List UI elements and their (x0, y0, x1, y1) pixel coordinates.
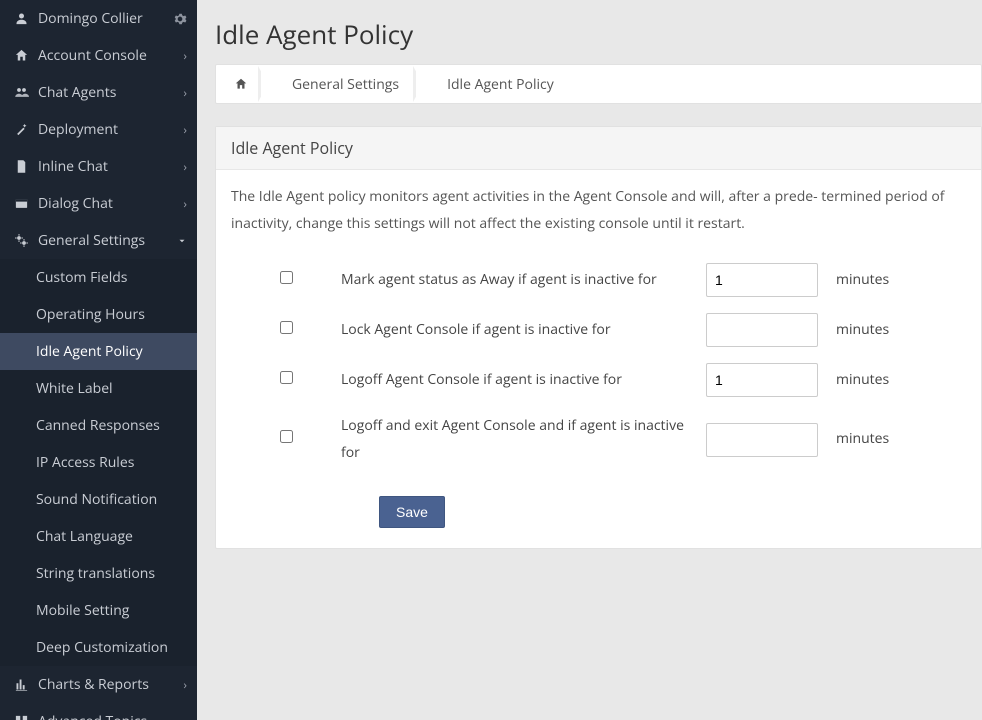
main-content: Idle Agent Policy General Settings Idle … (197, 0, 982, 720)
window-icon (12, 196, 30, 211)
breadcrumb-general-settings[interactable]: General Settings (278, 75, 413, 94)
sub-sound-notification[interactable]: Sound Notification (0, 481, 197, 518)
sub-chat-language[interactable]: Chat Language (0, 518, 197, 555)
sidebar-item-deployment[interactable]: Deployment › (0, 111, 197, 148)
label-logoff: Logoff Agent Console if agent is inactiv… (341, 367, 706, 394)
sub-canned-responses[interactable]: Canned Responses (0, 407, 197, 444)
row-logoff: Logoff Agent Console if agent is inactiv… (231, 355, 966, 405)
sidebar-item-label: Account Console (38, 46, 147, 65)
chevron-right-icon: › (183, 158, 187, 175)
sub-string-translations[interactable]: String translations (0, 555, 197, 592)
breadcrumb: General Settings Idle Agent Policy (215, 64, 982, 104)
chevron-right-icon: › (183, 47, 187, 64)
row-lock: Lock Agent Console if agent is inactive … (231, 305, 966, 355)
label-lock: Lock Agent Console if agent is inactive … (341, 317, 706, 344)
file-icon (12, 159, 30, 174)
page-title: Idle Agent Policy (215, 16, 982, 52)
sub-idle-agent-policy[interactable]: Idle Agent Policy (0, 333, 197, 370)
wand-icon (12, 122, 30, 137)
sidebar-item-account-console[interactable]: Account Console › (0, 37, 197, 74)
sidebar-item-advanced-topics[interactable]: Advanced Topics › (0, 703, 197, 720)
sidebar-item-label: Deployment (38, 120, 118, 139)
chevron-right-icon: › (183, 121, 187, 138)
chevron-right-icon: › (183, 676, 187, 693)
sub-ip-access-rules[interactable]: IP Access Rules (0, 444, 197, 481)
checkbox-logoff-exit[interactable] (280, 430, 293, 443)
sidebar-item-dialog-chat[interactable]: Dialog Chat › (0, 185, 197, 222)
panel-description: The Idle Agent policy monitors agent act… (231, 184, 966, 237)
breadcrumb-idle-agent-policy: Idle Agent Policy (433, 75, 568, 94)
users-icon (12, 85, 30, 100)
sidebar-item-label: Chat Agents (38, 83, 116, 102)
sidebar-sub-general: Custom Fields Operating Hours Idle Agent… (0, 259, 197, 666)
unit-lock: minutes (824, 317, 889, 344)
sidebar-item-chat-agents[interactable]: Chat Agents › (0, 74, 197, 111)
panel-idle-agent-policy: Idle Agent Policy The Idle Agent policy … (215, 126, 982, 549)
breadcrumb-home[interactable] (224, 77, 258, 91)
input-logoff-exit-minutes[interactable] (706, 423, 818, 457)
checkbox-away[interactable] (280, 271, 293, 284)
input-lock-minutes[interactable] (706, 313, 818, 347)
chevron-right-icon: › (183, 195, 187, 212)
grid-icon (12, 714, 30, 720)
sub-white-label[interactable]: White Label (0, 370, 197, 407)
save-button[interactable]: Save (379, 496, 445, 528)
unit-away: minutes (824, 267, 889, 294)
chevron-right-icon: › (183, 713, 187, 720)
chevron-right-icon: › (183, 84, 187, 101)
input-away-minutes[interactable] (706, 263, 818, 297)
sidebar-item-label: Dialog Chat (38, 194, 113, 213)
sidebar-item-label: Advanced Topics (38, 712, 147, 720)
label-logoff-exit: Logoff and exit Agent Console and if age… (341, 413, 706, 466)
sidebar-item-general-settings[interactable]: General Settings (0, 222, 197, 259)
sub-mobile-setting[interactable]: Mobile Setting (0, 592, 197, 629)
gears-icon (12, 233, 30, 248)
checkbox-lock[interactable] (280, 321, 293, 334)
home-icon (12, 48, 30, 63)
unit-logoff: minutes (824, 367, 889, 394)
row-logoff-exit: Logoff and exit Agent Console and if age… (231, 405, 966, 474)
sidebar-item-label: General Settings (38, 231, 145, 250)
sub-deep-customization[interactable]: Deep Customization (0, 629, 197, 666)
unit-logoff-exit: minutes (824, 426, 889, 453)
user-icon (12, 11, 30, 26)
checkbox-logoff[interactable] (280, 371, 293, 384)
policy-form: Mark agent status as Away if agent is in… (231, 255, 966, 474)
label-away: Mark agent status as Away if agent is in… (341, 267, 706, 294)
panel-title: Idle Agent Policy (216, 127, 981, 170)
sidebar-user[interactable]: Domingo Collier (0, 0, 197, 37)
chart-icon (12, 677, 30, 692)
gear-icon[interactable] (173, 12, 187, 26)
sidebar-item-charts-reports[interactable]: Charts & Reports › (0, 666, 197, 703)
sub-custom-fields[interactable]: Custom Fields (0, 259, 197, 296)
sidebar-user-name: Domingo Collier (38, 9, 143, 28)
sidebar: Domingo Collier Account Console › Chat A… (0, 0, 197, 720)
sub-operating-hours[interactable]: Operating Hours (0, 296, 197, 333)
sidebar-item-inline-chat[interactable]: Inline Chat › (0, 148, 197, 185)
input-logoff-minutes[interactable] (706, 363, 818, 397)
sidebar-item-label: Charts & Reports (38, 675, 149, 694)
home-icon (234, 77, 248, 91)
sidebar-item-label: Inline Chat (38, 157, 108, 176)
chevron-down-icon (177, 236, 187, 246)
row-away: Mark agent status as Away if agent is in… (231, 255, 966, 305)
